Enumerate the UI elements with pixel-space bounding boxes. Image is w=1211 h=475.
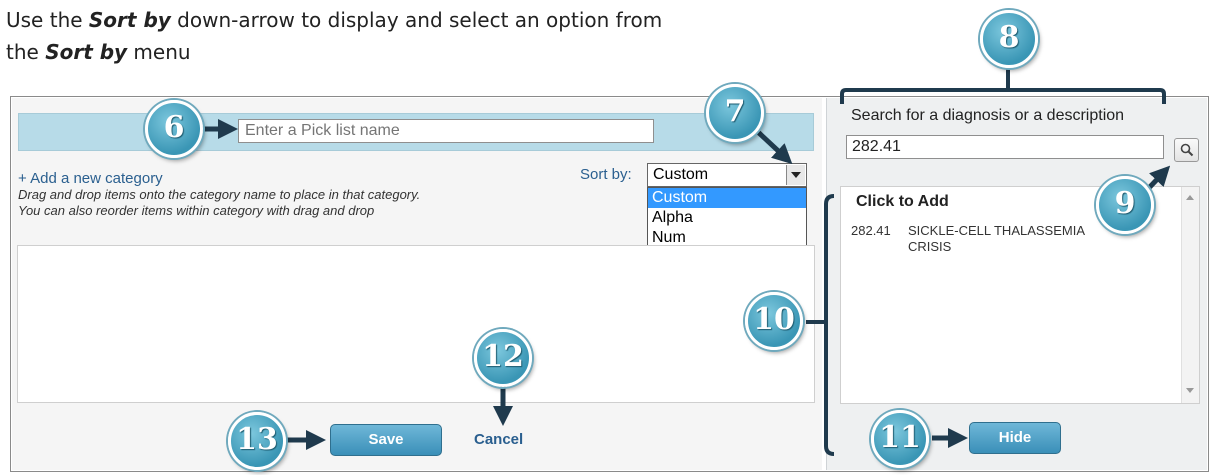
callout-12: 12 [474,329,532,387]
callout-13: 13 [228,412,286,470]
callout-7-arrow [756,130,793,165]
callout-8: 8 [980,10,1038,68]
callout-8-bracket [840,88,1166,104]
callout-9: 9 [1096,176,1154,234]
callout-7: 7 [706,84,764,142]
callout-10: 10 [745,292,803,350]
callout-6: 6 [145,100,203,158]
callout-10-bracket [824,194,835,456]
annotation-overlay [202,68,1171,456]
callout-11: 11 [871,410,929,468]
